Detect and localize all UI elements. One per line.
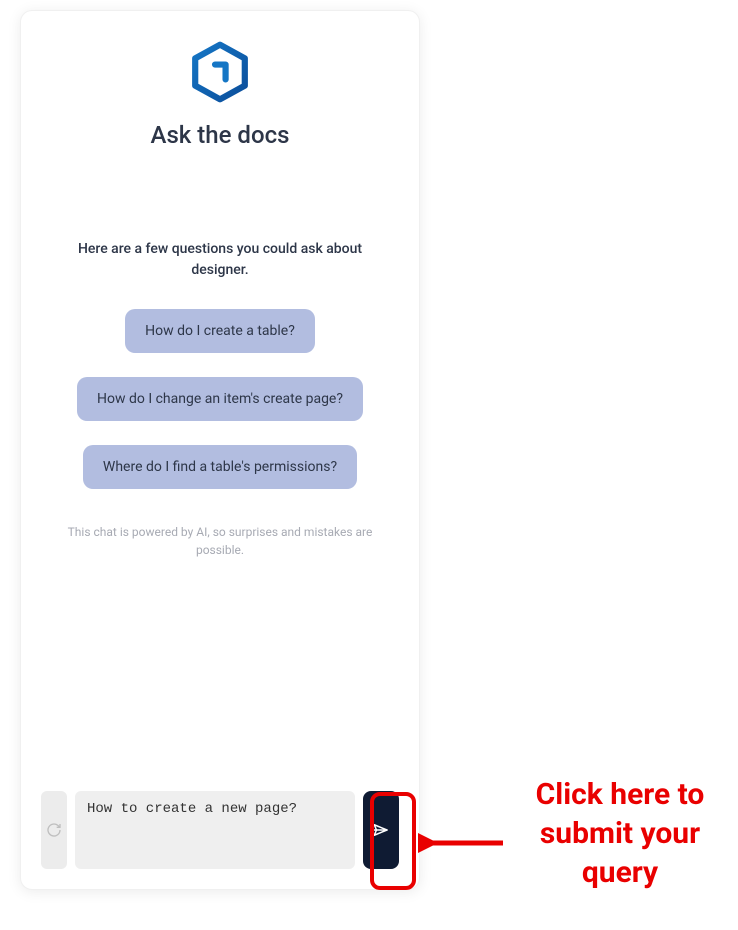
annotation-arrow-icon (418, 828, 508, 858)
disclaimer-text: This chat is powered by AI, so surprises… (41, 523, 399, 559)
suggestion-item[interactable]: Where do I find a table's permissions? (83, 445, 357, 489)
ask-docs-panel: Ask the docs Here are a few questions yo… (20, 10, 420, 890)
query-input[interactable] (75, 791, 355, 869)
refresh-icon (46, 822, 62, 838)
suggestion-item[interactable]: How do I change an item's create page? (77, 377, 363, 421)
suggestion-item[interactable]: How do I create a table? (125, 309, 315, 353)
send-icon (372, 821, 390, 839)
send-button[interactable] (363, 791, 399, 869)
intro-text: Here are a few questions you could ask a… (41, 239, 399, 281)
page-title: Ask the docs (151, 121, 290, 149)
suggestion-list: How do I create a table? How do I change… (41, 309, 399, 489)
header: Ask the docs (41, 41, 399, 149)
annotation-text: Click here to submit your query (510, 775, 730, 892)
reload-button[interactable] (41, 791, 67, 869)
hexagon-logo-icon (189, 41, 251, 103)
input-row (41, 791, 399, 869)
